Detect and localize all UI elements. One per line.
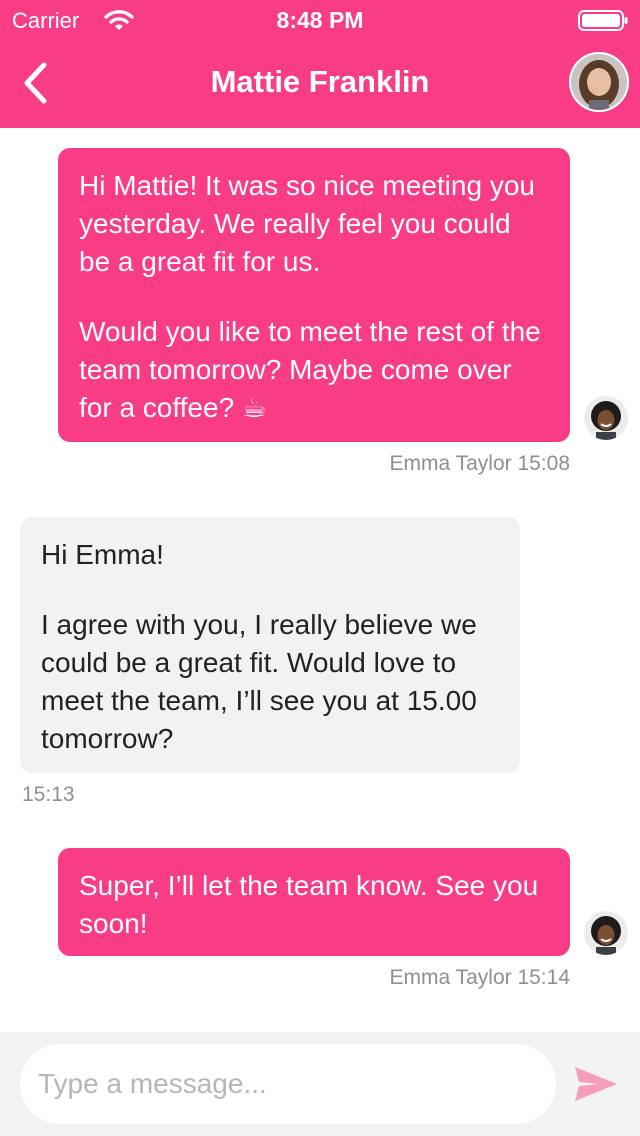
battery-icon [578, 10, 628, 31]
status-time: 8:48 PM [276, 7, 364, 33]
message-meta: 15:13 [22, 783, 75, 806]
sender-avatar[interactable] [584, 911, 628, 955]
message-bubble-incoming[interactable]: Hi Emma! I agree with you, I really beli… [20, 517, 520, 773]
composer-bar [0, 1032, 640, 1136]
send-button[interactable] [572, 1062, 620, 1106]
message-text: Hi Emma! [41, 539, 164, 570]
contact-avatar-image [571, 54, 627, 110]
sender-avatar-image [584, 911, 628, 955]
message-text: Would you like to meet the rest of the t… [79, 316, 541, 423]
page-title: Mattie Franklin [210, 64, 430, 99]
message-meta: Emma Taylor 15:08 [389, 452, 570, 475]
message-bubble-outgoing[interactable]: Hi Mattie! It was so nice meeting you ye… [58, 148, 570, 442]
message-input[interactable] [20, 1044, 556, 1124]
contact-avatar[interactable] [569, 52, 629, 112]
message-meta: Emma Taylor 15:14 [389, 966, 570, 989]
message-text: Hi Mattie! It was so nice meeting you ye… [79, 170, 535, 277]
message-text: Super, I’ll let the team know. See you s… [79, 870, 539, 939]
sender-avatar-image [584, 396, 628, 440]
nav-bar: Mattie Franklin [0, 40, 640, 128]
status-bar: Carrier 8:48 PM [0, 0, 640, 40]
message-bubble-outgoing[interactable]: Super, I’ll let the team know. See you s… [58, 848, 570, 956]
message-text: I agree with you, I really believe we co… [41, 609, 477, 754]
top-bar: Carrier 8:48 PM Mattie Franklin [0, 0, 640, 128]
send-icon [575, 1067, 617, 1101]
sender-avatar[interactable] [584, 396, 628, 440]
